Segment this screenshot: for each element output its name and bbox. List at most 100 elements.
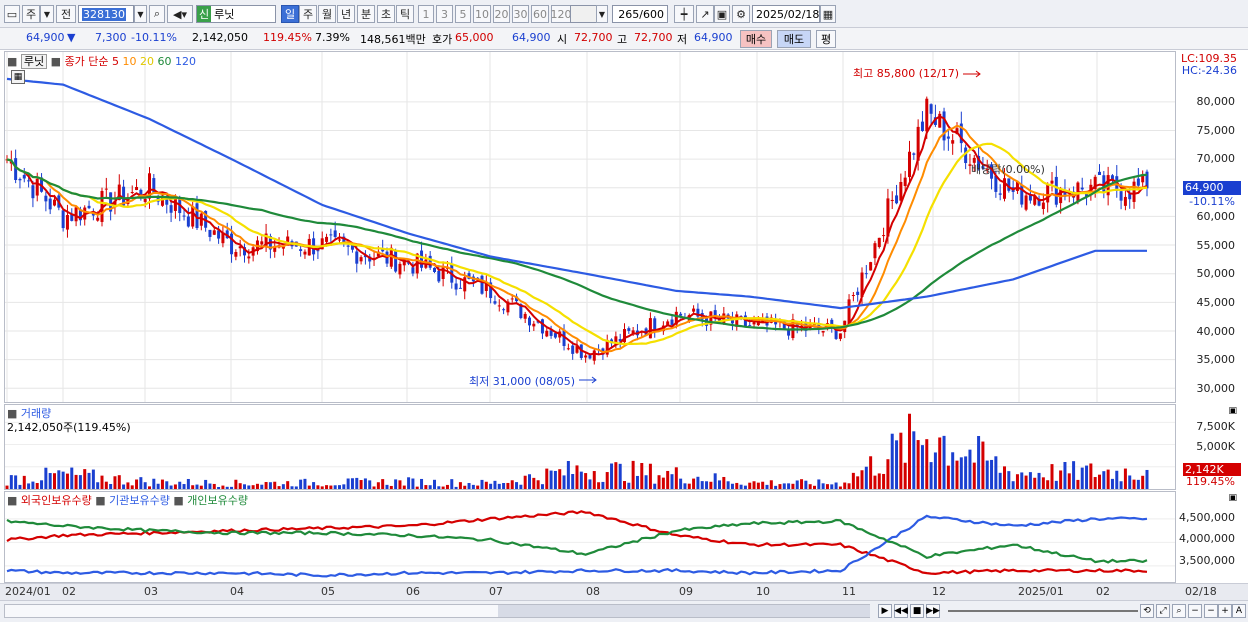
- fast-forward-icon[interactable]: ▶▶: [926, 604, 940, 618]
- calendar-icon[interactable]: ▦: [820, 5, 836, 23]
- number-10-button[interactable]: 10: [473, 5, 491, 23]
- volume-bar: [838, 486, 842, 489]
- ma-120: 120: [175, 55, 197, 68]
- interval-5-button[interactable]: 초: [377, 5, 395, 23]
- volume-bar: [186, 478, 190, 489]
- volume-bar: [1011, 481, 1015, 489]
- open-label: 시: [557, 33, 568, 46]
- interval-3-button[interactable]: 년: [337, 5, 355, 23]
- number-30-button[interactable]: 30: [512, 5, 529, 23]
- number-1-button[interactable]: 1: [418, 5, 434, 23]
- date-label: 2025/01: [1018, 585, 1064, 598]
- interval-2-button[interactable]: 월: [318, 5, 336, 23]
- settings-gear-icon[interactable]: ⚙: [732, 5, 750, 23]
- interval-4-button[interactable]: 분: [357, 5, 375, 23]
- volume-bar: [100, 475, 104, 489]
- volume-bar: [627, 482, 631, 489]
- full-button[interactable]: 전: [56, 5, 76, 23]
- volume-bar: [312, 482, 316, 489]
- volume-bar: [631, 460, 635, 489]
- save-icon[interactable]: ▣: [714, 5, 730, 23]
- candle-body: [864, 273, 868, 275]
- volume-bar: [959, 457, 963, 489]
- interval-6-button[interactable]: 틱: [396, 5, 414, 23]
- volume-bar: [14, 475, 18, 489]
- number-20-button[interactable]: 20: [493, 5, 510, 23]
- zoom-out-icon[interactable]: −: [1188, 604, 1202, 618]
- quote-bar: 64,900 ▼ 7,300 -10.11% 2,142,050 119.45%…: [0, 28, 1248, 50]
- minus-icon[interactable]: −: [1204, 604, 1218, 618]
- font-size-icon[interactable]: A: [1232, 604, 1246, 618]
- search-icon[interactable]: ⌕: [149, 5, 165, 23]
- draw-tool-icon[interactable]: ↗: [696, 5, 714, 23]
- chevron-down-icon[interactable]: ▼: [40, 5, 54, 23]
- volume-bar: [476, 485, 480, 489]
- volume-bar: [657, 475, 661, 489]
- volume-bar: [830, 484, 834, 489]
- collapse-icon-2[interactable]: ▣: [1228, 493, 1237, 503]
- zoom-slider[interactable]: [948, 610, 1138, 612]
- candle-body: [502, 309, 506, 311]
- candle-body: [856, 291, 860, 295]
- custom-number-dropdown-icon[interactable]: ▼: [596, 5, 608, 23]
- volume-bar: [579, 471, 583, 489]
- interval-0-button[interactable]: 일: [281, 5, 299, 23]
- volume-bar: [821, 483, 825, 489]
- volume-bar: [143, 482, 147, 489]
- volume-bar: [333, 485, 337, 489]
- plus-icon[interactable]: +: [1218, 604, 1232, 618]
- rewind-icon[interactable]: ◀◀: [894, 604, 908, 618]
- magnify-icon[interactable]: ⌕: [1172, 604, 1186, 618]
- volume-bar: [204, 479, 208, 489]
- period-button[interactable]: 주: [22, 5, 40, 23]
- stop-icon[interactable]: ■: [910, 604, 924, 618]
- candle-body: [951, 140, 955, 144]
- candle-body: [87, 205, 91, 209]
- date-field[interactable]: 2025/02/18: [752, 5, 820, 23]
- stock-name-tag: 루닛: [20, 54, 48, 69]
- code-dropdown-icon[interactable]: ▼: [134, 5, 147, 23]
- volume-bar: [575, 465, 579, 489]
- eval-button[interactable]: 평: [816, 30, 836, 48]
- candle-body: [540, 319, 544, 334]
- interval-1-button[interactable]: 주: [299, 5, 317, 23]
- volume-bar: [739, 484, 743, 489]
- number-3-button[interactable]: 3: [436, 5, 453, 23]
- volume-bar: [851, 472, 855, 489]
- zoom-reset-icon[interactable]: ⟲: [1140, 604, 1154, 618]
- date-label: 11: [842, 585, 856, 598]
- scroll-right-icon[interactable]: ▶: [878, 604, 892, 618]
- buy-button[interactable]: 매수: [740, 30, 772, 48]
- date-label: 10: [756, 585, 770, 598]
- stock-name-field[interactable]: 신 루닛: [196, 5, 276, 23]
- volume-bar: [260, 484, 264, 489]
- chart-type-icon[interactable]: ┿: [674, 5, 694, 23]
- candle-body: [627, 328, 631, 331]
- volume-bar: [44, 467, 48, 489]
- volume-bar: [977, 436, 981, 489]
- zoom-fit-icon[interactable]: ⤢: [1156, 604, 1170, 618]
- candle-body: [18, 179, 22, 181]
- number-120-button[interactable]: 120: [551, 5, 572, 23]
- candle-body: [1041, 202, 1045, 209]
- volume-bar: [618, 463, 622, 489]
- speaker-icon[interactable]: ◀▾: [167, 5, 193, 23]
- volume-bar: [800, 479, 804, 489]
- number-60-button[interactable]: 60: [531, 5, 549, 23]
- window-icon[interactable]: ▭: [4, 5, 20, 23]
- number-5-button[interactable]: 5: [455, 5, 471, 23]
- candle-body: [437, 270, 441, 282]
- code-input[interactable]: 328130: [78, 5, 134, 23]
- candle-body: [454, 283, 458, 290]
- candle-body: [497, 305, 501, 307]
- candle-body: [1119, 191, 1123, 201]
- volume-bar: [355, 477, 359, 489]
- table-icon[interactable]: ▦: [11, 70, 25, 84]
- scroll-thumb[interactable]: [498, 605, 870, 617]
- collapse-icon[interactable]: ▣: [1228, 406, 1237, 416]
- volume-bar: [769, 480, 773, 489]
- sell-button[interactable]: 매도: [777, 30, 811, 48]
- volume-bar: [653, 483, 657, 489]
- count-field[interactable]: 265/600: [612, 5, 668, 23]
- volume-bar: [277, 486, 281, 489]
